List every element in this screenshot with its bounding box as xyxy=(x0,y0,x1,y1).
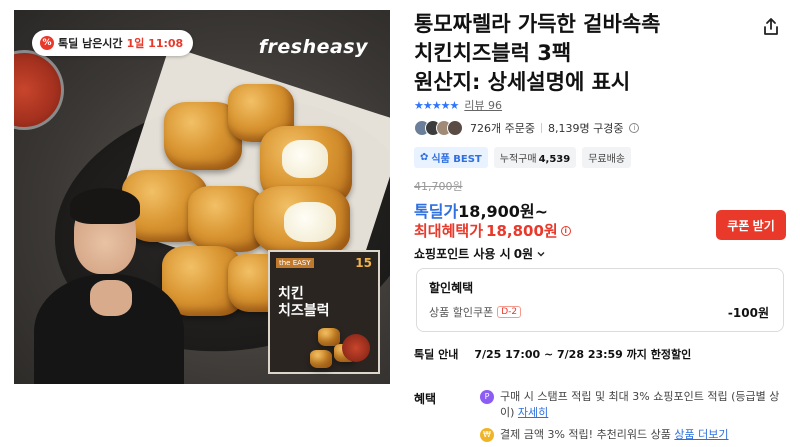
star-rating-icon: ★★★★★ xyxy=(414,98,459,112)
chevron-down-icon xyxy=(537,251,545,256)
deal-price: 톡딜가18,900원~ xyxy=(414,198,548,222)
review-count-link[interactable]: 리뷰 96 xyxy=(464,97,502,113)
brand-logo: fresheasy xyxy=(258,36,368,58)
points-value: 0원 xyxy=(513,247,534,261)
cumulative-purchase-tag: 누적구매 4,539 xyxy=(493,147,577,168)
buyer-avatars xyxy=(414,120,463,136)
d-day-badge: D-2 xyxy=(497,306,522,318)
points-label: 쇼핑포인트 사용 시 xyxy=(414,247,511,261)
shopping-points-row[interactable]: 쇼핑포인트 사용 시 0원 xyxy=(414,245,546,262)
deal-price-value: 18,900원~ xyxy=(458,202,549,221)
product-image[interactable]: fresheasy % 톡딜 남은시간 1일 11:08 the EASY 15… xyxy=(14,10,390,384)
tags-row: ✿ 식품 BEST 누적구매 4,539 무료배송 xyxy=(414,147,632,168)
cheese-filling xyxy=(284,202,336,242)
share-icon xyxy=(764,18,778,35)
benefit-stamp-points: P 구매 시 스탬프 적립 및 최대 3% 쇼핑포인트 적립 (등급별 상이) … xyxy=(480,389,790,421)
orders-count: 726개 주문중 xyxy=(470,122,535,135)
max-benefit-value: 18,800원 xyxy=(486,222,558,240)
deal-price-label: 톡딜가 xyxy=(414,202,459,221)
more-products-link[interactable]: 상품 더보기 xyxy=(674,428,728,441)
share-button[interactable] xyxy=(756,12,786,42)
package-number: 15 xyxy=(355,256,372,270)
package-title: 치킨 치즈블럭 xyxy=(278,286,330,319)
package-nugget xyxy=(310,350,332,368)
max-benefit-price: 최대혜택가 18,800원 i xyxy=(414,220,571,241)
benefit-reward: ₩ 결제 금액 3% 적립! 추천리워드 상품 상품 더보기 xyxy=(480,427,790,443)
deal-timer-value: 1일 11:08 xyxy=(126,37,184,50)
max-benefit-label: 최대혜택가 xyxy=(414,222,484,240)
package-brand-tag: the EASY xyxy=(276,258,314,268)
coupon-amount: -100원 xyxy=(727,306,769,320)
deal-info-label: 톡딜 안내 xyxy=(414,348,459,361)
details-link[interactable]: 자세히 xyxy=(518,406,548,419)
deal-info-period: 7/25 17:00 ~ 7/28 23:59 까지 한정할인 xyxy=(474,348,692,361)
viewers-count: 8,139명 구경중 xyxy=(547,122,624,135)
best-tag[interactable]: ✿ 식품 BEST xyxy=(414,147,488,168)
info-icon[interactable]: i xyxy=(629,123,640,133)
info-icon[interactable]: i xyxy=(560,225,571,236)
free-shipping-tag: 무료배송 xyxy=(582,147,632,168)
benefits-label: 혜택 xyxy=(414,392,437,406)
points-icon: P xyxy=(480,390,494,404)
dipping-sauce xyxy=(14,50,64,130)
product-package: the EASY 15 치킨 치즈블럭 xyxy=(268,250,380,374)
package-nugget xyxy=(318,328,340,346)
deal-info-row: 톡딜 안내 7/25 17:00 ~ 7/28 23:59 까지 한정할인 xyxy=(414,346,691,362)
cheese-filling xyxy=(282,140,328,178)
rating-row: ★★★★★ 리뷰 96 xyxy=(414,97,502,113)
badge-icon: ✿ xyxy=(420,152,429,163)
product-title: 통모짜렐라 가득한 겉바속촉 치킨치즈블럭 3팩 원산지: 상세설명에 표시 xyxy=(414,12,661,94)
chef-figure xyxy=(34,188,184,384)
discount-title: 할인혜택 xyxy=(429,281,474,295)
get-coupon-button[interactable]: 쿠폰 받기 xyxy=(716,210,786,240)
original-price: 41,700원 xyxy=(414,180,463,193)
avatar xyxy=(447,120,463,136)
coin-icon: ₩ xyxy=(480,428,494,442)
coupon-item: 상품 할인쿠폰 D-2 xyxy=(429,304,522,320)
deal-timer-label: 톡딜 남은시간 xyxy=(58,37,123,50)
percent-icon: % xyxy=(40,36,54,50)
divider xyxy=(540,123,542,133)
buyers-row: 726개 주문중 8,139명 구경중 i xyxy=(414,120,640,136)
deal-timer-badge: % 톡딜 남은시간 1일 11:08 xyxy=(32,30,194,56)
package-sauce xyxy=(342,334,370,362)
discount-box: 할인혜택 상품 할인쿠폰 D-2 -100원 xyxy=(416,268,784,332)
product-details: 통모짜렐라 가득한 겉바속촉 치킨치즈블럭 3팩 원산지: 상세설명에 표시 ★… xyxy=(414,0,800,447)
